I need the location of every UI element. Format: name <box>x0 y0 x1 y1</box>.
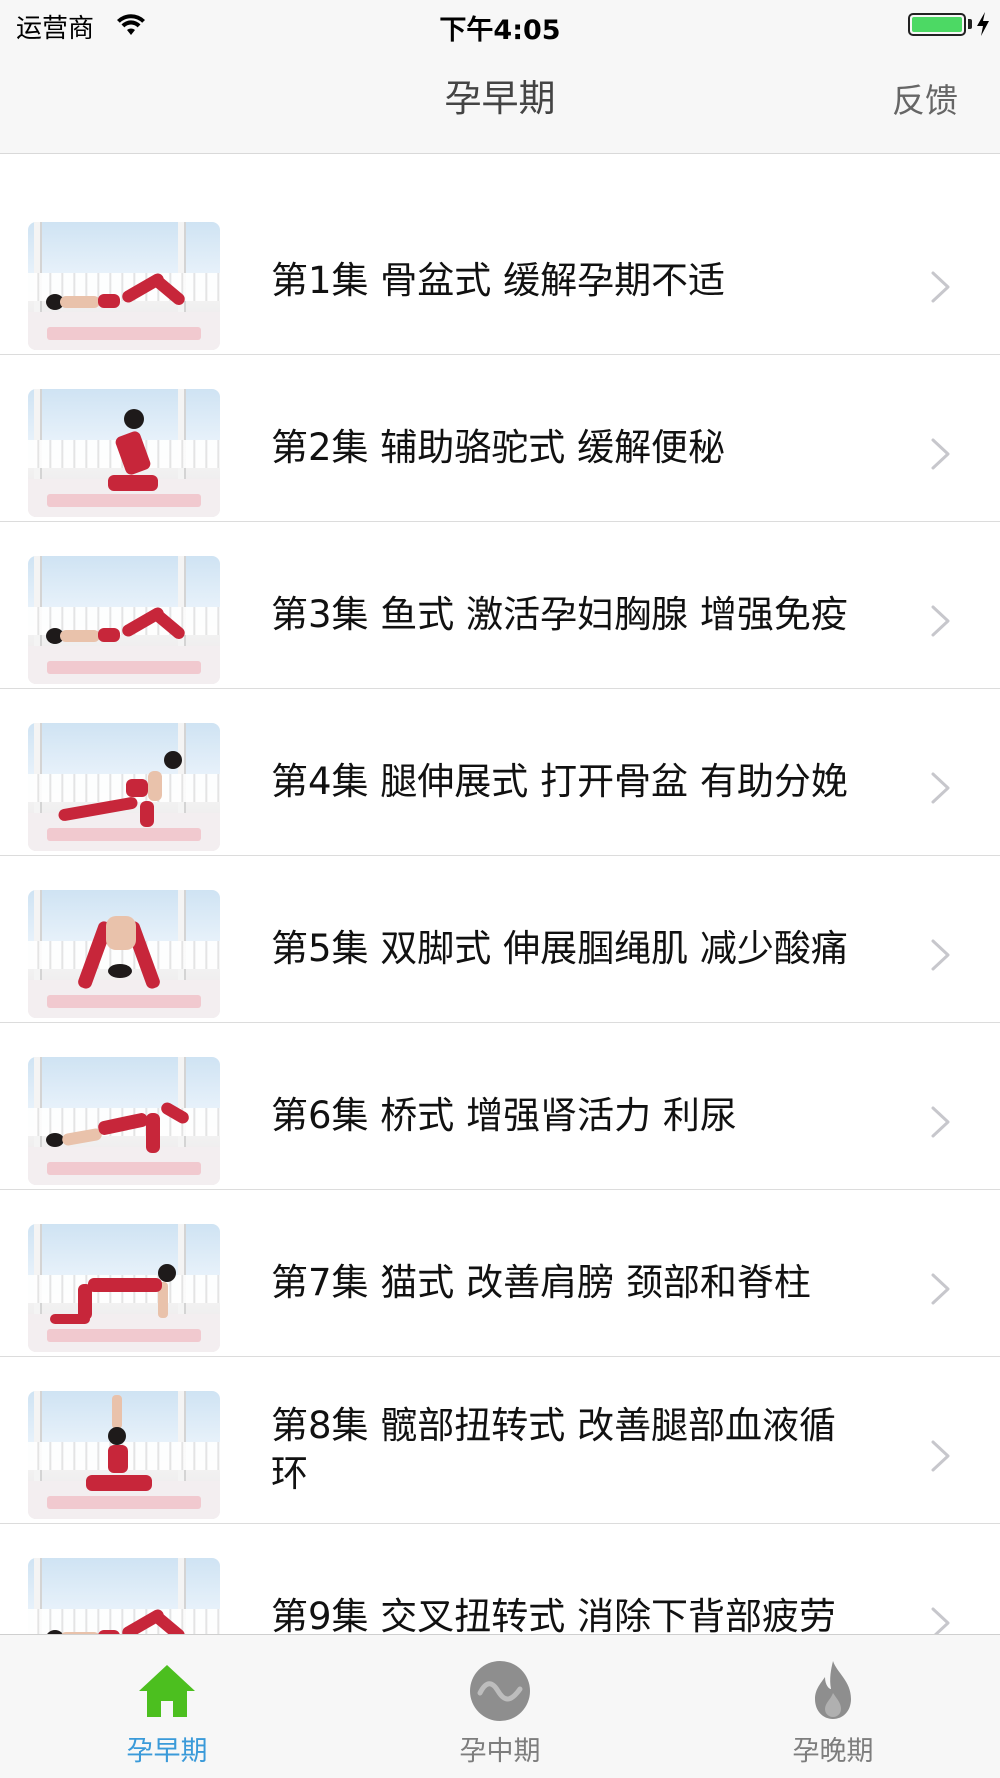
episode-row[interactable]: 第3集 鱼式 激活孕妇胸腺 增强免疫 <box>0 522 1000 689</box>
episode-row[interactable]: 第4集 腿伸展式 打开骨盆 有助分娩 <box>0 689 1000 856</box>
tab-mid-pregnancy[interactable]: 孕中期 <box>400 1635 600 1778</box>
episode-thumbnail <box>28 389 220 517</box>
tab-label: 孕晚期 <box>792 1736 874 1767</box>
page-title: 孕早期 <box>444 77 556 120</box>
episode-title: 第9集 交叉扭转式 消除下背部疲劳 <box>271 1595 837 1634</box>
tab-early-pregnancy[interactable]: 孕早期 <box>67 1635 267 1778</box>
episode-title: 第4集 腿伸展式 打开骨盆 有助分娩 <box>271 760 848 803</box>
tab-bar: 孕早期 孕中期 孕晚期 <box>0 1634 1000 1778</box>
episode-list[interactable]: 第1集 骨盆式 缓解孕期不适 第2集 辅助骆驼式 缓解便秘第3集 鱼式 激活孕妇胸… <box>0 188 1000 1634</box>
episode-thumbnail <box>28 1224 220 1352</box>
episode-title: 第7集 猫式 改善肩膀 颈部和脊柱 <box>271 1261 811 1304</box>
chevron-right-icon <box>931 772 950 804</box>
episode-row[interactable]: 第5集 双脚式 伸展腘绳肌 减少酸痛 <box>0 856 1000 1023</box>
episode-title: 第5集 双脚式 伸展腘绳肌 减少酸痛 <box>271 927 848 970</box>
battery-icon <box>908 13 966 36</box>
tab-label: 孕中期 <box>459 1736 541 1767</box>
episode-thumbnail <box>28 1558 220 1634</box>
flame-icon <box>815 1661 851 1719</box>
episode-thumbnail <box>28 1391 220 1519</box>
charging-bolt-icon <box>977 12 989 36</box>
chevron-right-icon <box>931 1106 950 1138</box>
episode-row[interactable]: 第8集 髋部扭转式 改善腿部血液循环 <box>0 1357 1000 1524</box>
top-bar: 运营商 下午4:05 孕早期 反馈 <box>0 0 1000 154</box>
wave-circle-icon <box>470 1661 530 1721</box>
episode-thumbnail <box>28 723 220 851</box>
feedback-button[interactable]: 反馈 <box>892 74 958 122</box>
chevron-right-icon <box>931 438 950 470</box>
episode-thumbnail <box>28 556 220 684</box>
episode-thumbnail <box>28 222 220 350</box>
chevron-right-icon <box>931 1440 950 1472</box>
chevron-right-icon <box>931 1273 950 1305</box>
episode-thumbnail <box>28 890 220 1018</box>
episode-row[interactable]: 第7集 猫式 改善肩膀 颈部和脊柱 <box>0 1190 1000 1357</box>
episode-row[interactable]: 第9集 交叉扭转式 消除下背部疲劳 <box>0 1524 1000 1634</box>
home-icon <box>139 1665 195 1717</box>
status-time: 下午4:05 <box>439 15 561 46</box>
episode-row[interactable]: 第6集 桥式 增强肾活力 利尿 <box>0 1023 1000 1190</box>
battery-cap <box>968 19 972 29</box>
episode-row[interactable]: 第1集 骨盆式 缓解孕期不适 <box>0 188 1000 355</box>
episode-title: 第1集 骨盆式 缓解孕期不适 <box>271 259 726 302</box>
tab-label: 孕早期 <box>126 1736 208 1767</box>
episode-row[interactable]: 第2集 辅助骆驼式 缓解便秘 <box>0 355 1000 522</box>
chevron-right-icon <box>931 271 950 303</box>
episode-title: 第2集 辅助骆驼式 缓解便秘 <box>271 426 726 469</box>
status-bar: 运营商 下午4:05 <box>0 0 1000 50</box>
episode-title: 第3集 鱼式 激活孕妇胸腺 增强免疫 <box>271 593 848 636</box>
chevron-right-icon <box>931 605 950 637</box>
episode-title: 第6集 桥式 增强肾活力 利尿 <box>271 1094 737 1137</box>
app-screen: 运营商 下午4:05 孕早期 反馈 第1集 骨盆式 缓解孕期不适 第2集 辅助骆驼… <box>0 0 1000 1778</box>
chevron-right-icon <box>931 939 950 971</box>
chevron-right-icon <box>931 1607 950 1634</box>
episode-thumbnail <box>28 1057 220 1185</box>
tab-late-pregnancy[interactable]: 孕晚期 <box>733 1635 933 1778</box>
episode-title: 第8集 髋部扭转式 改善腿部血液循环 <box>271 1404 837 1495</box>
